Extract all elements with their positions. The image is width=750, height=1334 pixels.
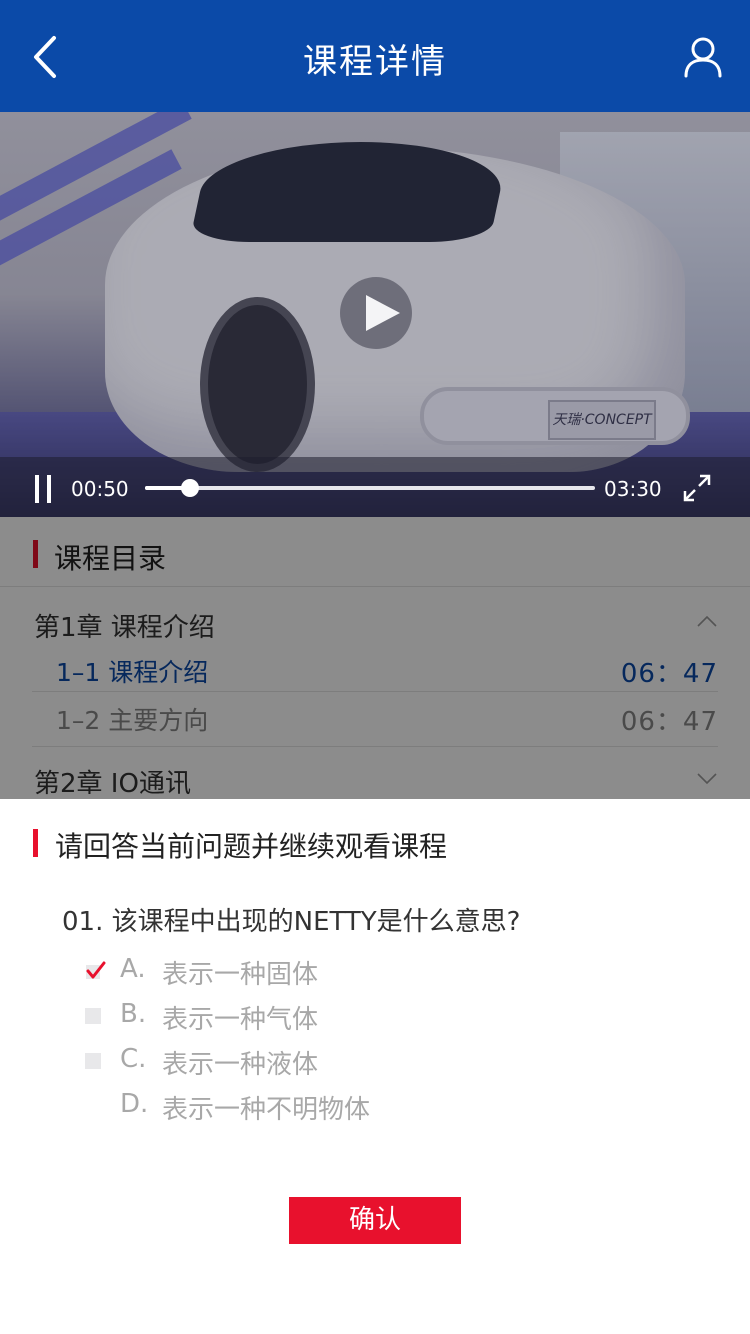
checkmark-icon[interactable] <box>85 960 107 982</box>
option-letter: D. <box>120 1089 149 1119</box>
progress-thumb[interactable] <box>181 479 199 497</box>
video-player[interactable]: 天瑞·CONCEPT 00:50 03:30 <box>0 112 750 517</box>
page-title: 课程详情 <box>303 42 447 82</box>
checkbox[interactable] <box>85 1008 101 1024</box>
option-letter: A. <box>120 954 146 984</box>
option-b[interactable]: B. 表示一种气体 <box>85 999 685 1039</box>
course-catalog: 课程目录 第1章 课程介绍 1–1 课程介绍 06：47 1–2 主要方向 06… <box>0 517 750 799</box>
user-button[interactable] <box>682 36 724 78</box>
option-c[interactable]: C. 表示一种液体 <box>85 1044 685 1084</box>
option-text: 表示一种固体 <box>162 960 319 990</box>
section-marker <box>33 829 38 857</box>
video-controls: 00:50 03:30 <box>0 457 750 517</box>
option-d[interactable]: D. 表示一种不明物体 <box>85 1089 685 1129</box>
fullscreen-button[interactable] <box>682 473 712 503</box>
total-time: 03:30 <box>604 477 662 501</box>
option-letter: B. <box>120 999 147 1029</box>
current-time: 00:50 <box>71 477 129 501</box>
option-a[interactable]: A. 表示一种固体 <box>85 954 685 994</box>
pause-icon[interactable] <box>35 475 53 503</box>
fullscreen-icon <box>683 474 711 502</box>
quiz-title: 请回答当前问题并继续观看课程 <box>55 830 448 863</box>
progress-slider[interactable] <box>145 479 595 497</box>
quiz-panel: 请回答当前问题并继续观看课程 01. 该课程中出现的NETTY是什么意思? A.… <box>0 799 750 1334</box>
user-icon <box>684 37 722 78</box>
option-text: 表示一种液体 <box>162 1050 319 1080</box>
option-letter: C. <box>120 1044 147 1074</box>
app-header: 课程详情 <box>0 0 750 112</box>
quiz-question: 01. 该课程中出现的NETTY是什么意思? <box>62 907 521 937</box>
option-text: 表示一种不明物体 <box>162 1095 371 1125</box>
confirm-button[interactable]: 确认 <box>289 1197 461 1244</box>
checkbox[interactable] <box>85 1053 101 1069</box>
modal-overlay[interactable] <box>0 517 750 799</box>
play-icon[interactable] <box>340 277 412 349</box>
option-text: 表示一种气体 <box>162 1005 319 1035</box>
